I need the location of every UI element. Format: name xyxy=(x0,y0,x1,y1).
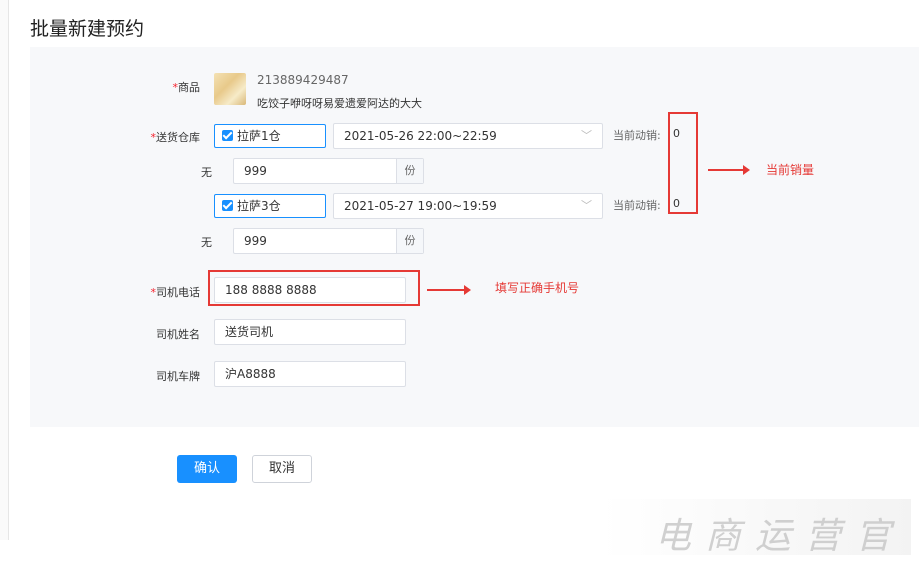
plate-label: 司机车牌 xyxy=(156,370,200,383)
driver-name-input[interactable]: 送货司机 xyxy=(214,319,406,345)
warehouse-checkbox-2[interactable]: 拉萨3仓 xyxy=(214,194,326,218)
product-label: *商品 xyxy=(172,81,201,94)
quantity-input-1[interactable]: 999 份 xyxy=(233,158,424,184)
watermark: 电商运营官 xyxy=(601,499,911,557)
sales-annotation: 当前销量 xyxy=(766,163,815,177)
checkbox-checked-icon[interactable] xyxy=(222,200,233,211)
sales-label-2: 当前动销: xyxy=(613,199,661,212)
cancel-button[interactable]: 取消 xyxy=(252,455,312,483)
quantity-unit: 份 xyxy=(396,229,423,253)
sales-highlight-box xyxy=(668,112,698,214)
timeslot-select-2[interactable]: 2021-05-27 19:00~19:59 ﹀ xyxy=(333,193,603,219)
driver-phone-label: *司机电话 xyxy=(150,286,201,299)
page-title: 批量新建预约 xyxy=(30,18,145,40)
watermark-text: 电商运营官 xyxy=(654,516,905,557)
chevron-down-icon: ﹀ xyxy=(581,129,592,142)
phone-arrow xyxy=(427,285,471,295)
timeslot-select-1[interactable]: 2021-05-26 22:00~22:59 ﹀ xyxy=(333,123,603,149)
confirm-button[interactable]: 确认 xyxy=(177,455,237,483)
driver-name-label: 司机姓名 xyxy=(156,328,200,341)
quantity-input-2[interactable]: 999 份 xyxy=(233,228,424,254)
sales-arrow xyxy=(708,165,750,175)
product-thumbnail xyxy=(214,73,246,105)
checkbox-checked-icon[interactable] xyxy=(222,130,233,141)
none-label-2: 无 xyxy=(201,236,212,249)
product-name: 吃饺子咿呀呀易爱遗爱阿达的大大 xyxy=(257,97,422,110)
chevron-down-icon: ﹀ xyxy=(581,199,592,212)
plate-input[interactable]: 沪A8888 xyxy=(214,361,406,387)
warehouse-label: *送货仓库 xyxy=(150,131,201,144)
none-label-1: 无 xyxy=(201,166,212,179)
phone-annotation: 填写正确手机号 xyxy=(495,281,580,295)
product-id: 213889429487 xyxy=(257,73,349,87)
sales-label-1: 当前动销: xyxy=(613,129,661,142)
phone-highlight-box xyxy=(208,270,420,306)
left-rail xyxy=(0,0,9,540)
warehouse-checkbox-1[interactable]: 拉萨1仓 xyxy=(214,124,326,148)
quantity-unit: 份 xyxy=(396,159,423,183)
